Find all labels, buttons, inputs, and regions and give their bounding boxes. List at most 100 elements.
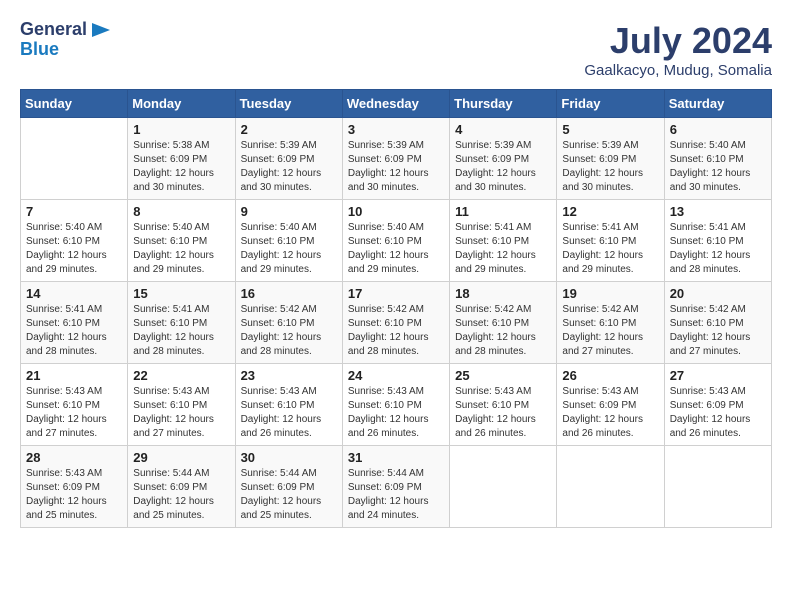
header-tuesday: Tuesday	[235, 90, 342, 118]
logo-blue: Blue	[20, 40, 110, 60]
week-row-3: 14 Sunrise: 5:41 AM Sunset: 6:10 PM Dayli…	[21, 282, 772, 364]
day-number: 24	[348, 368, 444, 383]
day-cell: 14Sunrise: 5:41 AM Sunset: 6:10 PM Dayli…	[21, 282, 128, 364]
day-number: 2	[241, 122, 337, 137]
day-info: Sunrise: 5:41 AM Sunset: 6:10 PM Dayligh…	[562, 221, 658, 277]
week-row-1: 1 Sunrise: 5:38 AM Sunset: 6:09 PM Daylig…	[21, 118, 772, 200]
logo-arrow-icon	[92, 23, 110, 37]
day-number: 18	[455, 286, 551, 301]
day-info: Sunrise: 5:39 AM Sunset: 6:09 PM Dayligh…	[562, 139, 658, 195]
day-cell	[664, 446, 771, 528]
day-number: 15	[133, 286, 229, 301]
day-cell: 20Sunrise: 5:42 AM Sunset: 6:10 PM Dayli…	[664, 282, 771, 364]
week-row-5: 28 Sunrise: 5:43 AM Sunset: 6:09 PM Dayli…	[21, 446, 772, 528]
day-cell: 27Sunrise: 5:43 AM Sunset: 6:09 PM Dayli…	[664, 364, 771, 446]
day-number: 28	[26, 450, 122, 465]
day-info: Sunrise: 5:40 AM Sunset: 6:10 PM Dayligh…	[670, 139, 766, 195]
day-number: 21	[26, 368, 122, 383]
day-number: 30	[241, 450, 337, 465]
day-number: 19	[562, 286, 658, 301]
day-number: 25	[455, 368, 551, 383]
day-info: Sunrise: 5:42 AM Sunset: 6:10 PM Dayligh…	[455, 303, 551, 359]
day-info: Sunrise: 5:43 AM Sunset: 6:09 PM Dayligh…	[26, 467, 122, 523]
day-number: 11	[455, 204, 551, 219]
day-number: 1	[133, 122, 229, 137]
day-cell: 23 Sunrise: 5:43 AM Sunset: 6:10 PM Dayli…	[235, 364, 342, 446]
day-number: 23	[241, 368, 337, 383]
day-cell: 18 Sunrise: 5:42 AM Sunset: 6:10 PM Dayli…	[450, 282, 557, 364]
header-saturday: Saturday	[664, 90, 771, 118]
day-number: 10	[348, 204, 444, 219]
day-cell: 28 Sunrise: 5:43 AM Sunset: 6:09 PM Dayli…	[21, 446, 128, 528]
day-number: 20	[670, 286, 766, 301]
day-cell: 12 Sunrise: 5:41 AM Sunset: 6:10 PM Dayli…	[557, 200, 664, 282]
day-info: Sunrise: 5:43 AM Sunset: 6:09 PM Dayligh…	[562, 385, 658, 441]
day-info: Sunrise: 5:38 AM Sunset: 6:09 PM Dayligh…	[133, 139, 229, 195]
day-info: Sunrise: 5:43 AM Sunset: 6:10 PM Dayligh…	[241, 385, 337, 441]
day-number: 12	[562, 204, 658, 219]
day-cell	[557, 446, 664, 528]
week-row-4: 21 Sunrise: 5:43 AM Sunset: 6:10 PM Dayli…	[21, 364, 772, 446]
title-block: July 2024 Gaalkacyo, Mudug, Somalia	[584, 20, 772, 79]
day-number: 7	[26, 204, 122, 219]
day-cell: 11 Sunrise: 5:41 AM Sunset: 6:10 PM Dayli…	[450, 200, 557, 282]
day-cell: 6 Sunrise: 5:40 AM Sunset: 6:10 PM Daylig…	[664, 118, 771, 200]
day-number: 4	[455, 122, 551, 137]
day-cell: 22 Sunrise: 5:43 AM Sunset: 6:10 PM Dayli…	[128, 364, 235, 446]
calendar-header-row: SundayMondayTuesdayWednesdayThursdayFrid…	[21, 90, 772, 118]
day-cell: 21Sunrise: 5:43 AM Sunset: 6:10 PM Dayli…	[21, 364, 128, 446]
day-info: Sunrise: 5:44 AM Sunset: 6:09 PM Dayligh…	[133, 467, 229, 523]
day-number: 29	[133, 450, 229, 465]
day-cell: 24 Sunrise: 5:43 AM Sunset: 6:10 PM Dayli…	[342, 364, 449, 446]
day-cell	[450, 446, 557, 528]
day-info: Sunrise: 5:44 AM Sunset: 6:09 PM Dayligh…	[241, 467, 337, 523]
day-info: Sunrise: 5:40 AM Sunset: 6:10 PM Dayligh…	[133, 221, 229, 277]
day-number: 22	[133, 368, 229, 383]
day-number: 9	[241, 204, 337, 219]
day-number: 26	[562, 368, 658, 383]
logo: General Blue	[20, 20, 110, 60]
day-info: Sunrise: 5:41 AM Sunset: 6:10 PM Dayligh…	[133, 303, 229, 359]
day-number: 13	[670, 204, 766, 219]
month-title: July 2024	[584, 20, 772, 62]
day-cell: 30 Sunrise: 5:44 AM Sunset: 6:09 PM Dayli…	[235, 446, 342, 528]
day-info: Sunrise: 5:40 AM Sunset: 6:10 PM Dayligh…	[241, 221, 337, 277]
day-cell: 10Sunrise: 5:40 AM Sunset: 6:10 PM Dayli…	[342, 200, 449, 282]
day-number: 8	[133, 204, 229, 219]
day-info: Sunrise: 5:42 AM Sunset: 6:10 PM Dayligh…	[348, 303, 444, 359]
day-cell: 29 Sunrise: 5:44 AM Sunset: 6:09 PM Dayli…	[128, 446, 235, 528]
header-wednesday: Wednesday	[342, 90, 449, 118]
header-monday: Monday	[128, 90, 235, 118]
day-number: 16	[241, 286, 337, 301]
day-number: 6	[670, 122, 766, 137]
day-cell: 5 Sunrise: 5:39 AM Sunset: 6:09 PM Daylig…	[557, 118, 664, 200]
day-info: Sunrise: 5:39 AM Sunset: 6:09 PM Dayligh…	[241, 139, 337, 195]
day-cell: 7Sunrise: 5:40 AM Sunset: 6:10 PM Daylig…	[21, 200, 128, 282]
day-info: Sunrise: 5:42 AM Sunset: 6:10 PM Dayligh…	[562, 303, 658, 359]
day-number: 27	[670, 368, 766, 383]
location: Gaalkacyo, Mudug, Somalia	[584, 62, 772, 79]
header-sunday: Sunday	[21, 90, 128, 118]
calendar-table: SundayMondayTuesdayWednesdayThursdayFrid…	[20, 89, 772, 528]
day-cell: 8 Sunrise: 5:40 AM Sunset: 6:10 PM Daylig…	[128, 200, 235, 282]
logo-general: General	[20, 20, 110, 40]
day-info: Sunrise: 5:43 AM Sunset: 6:10 PM Dayligh…	[133, 385, 229, 441]
day-cell: 15 Sunrise: 5:41 AM Sunset: 6:10 PM Dayli…	[128, 282, 235, 364]
day-info: Sunrise: 5:44 AM Sunset: 6:09 PM Dayligh…	[348, 467, 444, 523]
day-cell	[21, 118, 128, 200]
day-cell: 25Sunrise: 5:43 AM Sunset: 6:10 PM Dayli…	[450, 364, 557, 446]
day-number: 14	[26, 286, 122, 301]
day-cell: 3Sunrise: 5:39 AM Sunset: 6:09 PM Daylig…	[342, 118, 449, 200]
day-info: Sunrise: 5:41 AM Sunset: 6:10 PM Dayligh…	[455, 221, 551, 277]
day-number: 17	[348, 286, 444, 301]
day-info: Sunrise: 5:39 AM Sunset: 6:09 PM Dayligh…	[348, 139, 444, 195]
day-info: Sunrise: 5:39 AM Sunset: 6:09 PM Dayligh…	[455, 139, 551, 195]
day-cell: 1 Sunrise: 5:38 AM Sunset: 6:09 PM Daylig…	[128, 118, 235, 200]
day-cell: 31Sunrise: 5:44 AM Sunset: 6:09 PM Dayli…	[342, 446, 449, 528]
day-cell: 16Sunrise: 5:42 AM Sunset: 6:10 PM Dayli…	[235, 282, 342, 364]
day-cell: 26 Sunrise: 5:43 AM Sunset: 6:09 PM Dayli…	[557, 364, 664, 446]
day-info: Sunrise: 5:43 AM Sunset: 6:10 PM Dayligh…	[348, 385, 444, 441]
header-friday: Friday	[557, 90, 664, 118]
day-cell: 9 Sunrise: 5:40 AM Sunset: 6:10 PM Daylig…	[235, 200, 342, 282]
day-number: 5	[562, 122, 658, 137]
